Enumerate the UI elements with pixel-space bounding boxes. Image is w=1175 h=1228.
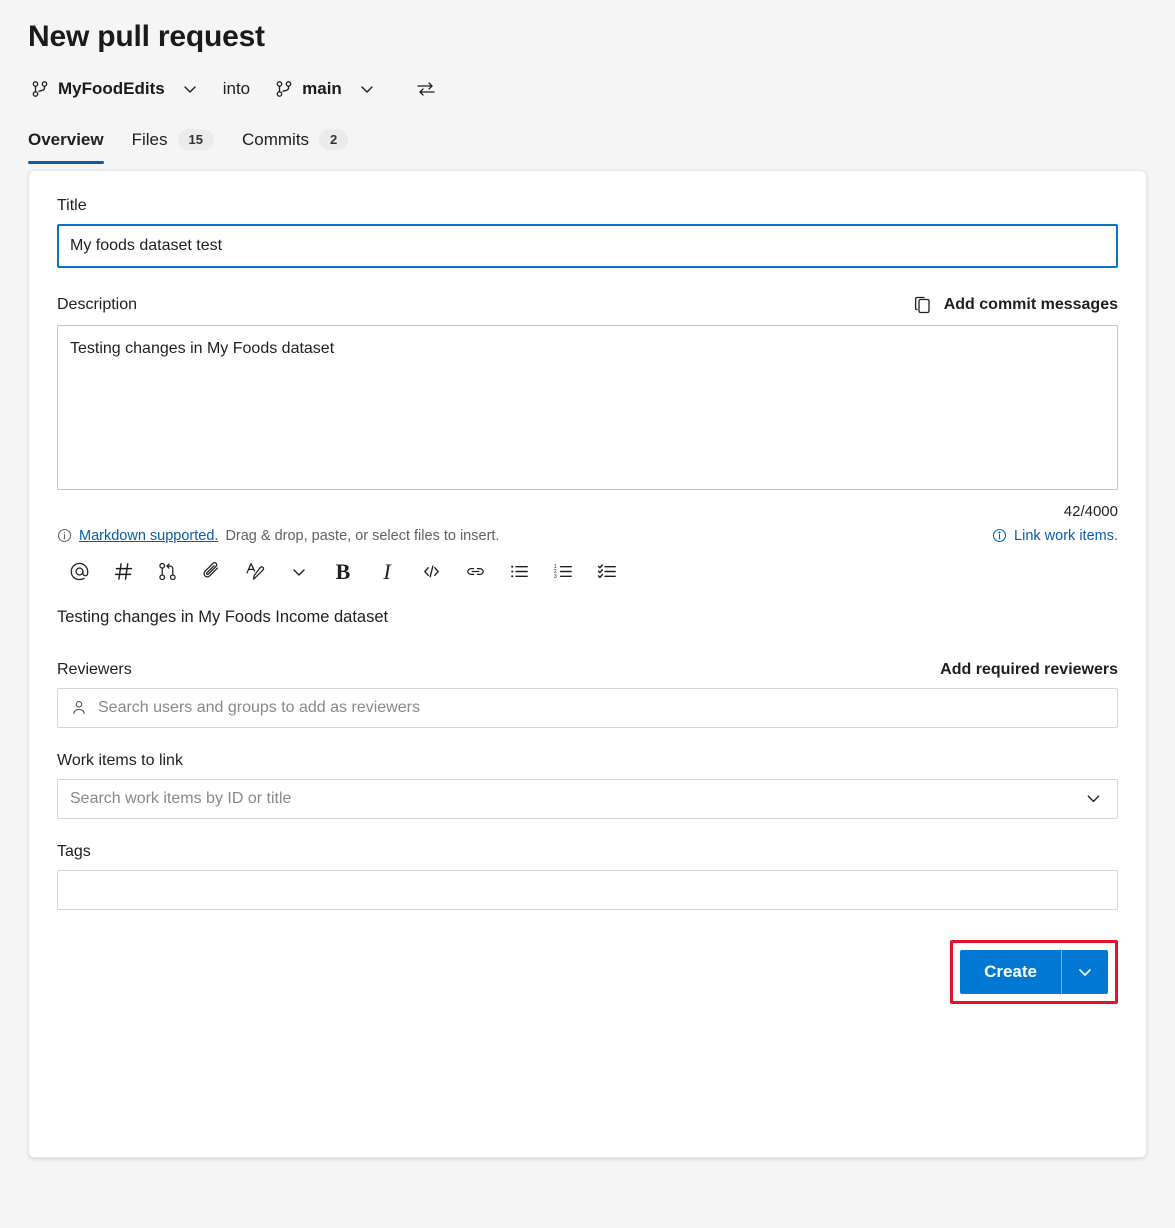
add-commit-messages-button[interactable]: Add commit messages [912, 294, 1118, 316]
link-work-items-link[interactable]: Link work items. [992, 528, 1118, 544]
tags-label: Tags [57, 843, 1118, 861]
git-branch-icon [30, 79, 50, 99]
tab-files-label: Files [132, 130, 168, 150]
markdown-hint: Markdown supported. Drag & drop, paste, … [57, 528, 499, 544]
description-label: Description [57, 296, 137, 314]
info-icon [57, 528, 72, 543]
description-preview: Testing changes in My Foods Income datas… [57, 608, 1118, 627]
numbered-list-icon[interactable]: 1 2 3 [541, 555, 585, 589]
page-title: New pull request [28, 18, 1147, 56]
reviewers-label: Reviewers [57, 661, 132, 679]
title-input[interactable] [57, 224, 1118, 268]
mention-icon[interactable] [57, 555, 101, 589]
hashtag-icon[interactable] [101, 555, 145, 589]
work-items-placeholder: Search work items by ID or title [70, 790, 291, 808]
tags-block: Tags [57, 843, 1118, 910]
tab-commits[interactable]: Commits 2 [242, 124, 348, 164]
reviewers-header: Reviewers Add required reviewers [57, 661, 1118, 679]
source-branch-name: MyFoodEdits [58, 79, 165, 99]
chevron-down-icon[interactable] [277, 555, 321, 589]
highlight-pen-icon[interactable] [233, 555, 277, 589]
info-icon [992, 528, 1007, 543]
create-split-button[interactable]: Create [960, 950, 1108, 994]
character-counter: 42/4000 [57, 503, 1118, 520]
add-required-reviewers-button[interactable]: Add required reviewers [940, 661, 1118, 679]
pull-request-icon[interactable] [145, 555, 189, 589]
person-icon [70, 699, 88, 717]
tab-files[interactable]: Files 15 [132, 124, 214, 164]
description-header: Description Add commit messages [57, 294, 1118, 316]
tags-input[interactable] [57, 870, 1118, 910]
swap-arrows-icon [415, 78, 437, 100]
markdown-supported-link[interactable]: Markdown supported. [79, 528, 218, 544]
work-items-block: Work items to link Search work items by … [57, 752, 1118, 819]
description-textarea[interactable] [57, 325, 1118, 490]
link-work-items-label: Link work items. [1014, 528, 1118, 544]
create-button-highlight: Create [950, 940, 1118, 1004]
form-footer: Create [57, 940, 1118, 1004]
branch-selector-row: MyFoodEdits into main [28, 72, 1147, 106]
create-button[interactable]: Create [960, 950, 1061, 994]
into-label: into [223, 79, 250, 99]
task-list-icon[interactable] [585, 555, 629, 589]
add-commit-messages-label: Add commit messages [944, 296, 1118, 314]
swap-branches-button[interactable] [412, 75, 440, 103]
reviewers-search-placeholder: Search users and groups to add as review… [98, 699, 420, 717]
chevron-down-icon[interactable] [1084, 789, 1103, 808]
work-items-search-input[interactable]: Search work items by ID or title [57, 779, 1118, 819]
tab-overview[interactable]: Overview [28, 124, 104, 164]
markdown-hint-text: Drag & drop, paste, or select files to i… [225, 528, 499, 544]
tab-commits-badge: 2 [319, 129, 348, 151]
git-branch-icon [274, 79, 294, 99]
pull-request-form-card: Title Description Add commit messages 42… [28, 170, 1147, 1158]
code-icon[interactable] [409, 555, 453, 589]
target-branch-selector[interactable]: main [272, 77, 378, 101]
tab-files-badge: 15 [178, 129, 214, 151]
svg-text:3: 3 [553, 574, 556, 580]
tab-overview-label: Overview [28, 130, 104, 150]
page-header: New pull request MyFoodEdits into [0, 0, 1175, 164]
chevron-down-icon [358, 80, 376, 98]
italic-icon[interactable]: I [365, 555, 409, 589]
source-branch-selector[interactable]: MyFoodEdits [28, 77, 201, 101]
editor-hint-row: Markdown supported. Drag & drop, paste, … [57, 528, 1118, 544]
work-items-label: Work items to link [57, 752, 1118, 770]
pr-tabs: Overview Files 15 Commits 2 [28, 122, 1147, 164]
markdown-toolbar: B I [57, 554, 1118, 590]
attach-icon[interactable] [189, 555, 233, 589]
link-icon[interactable] [453, 555, 497, 589]
title-label: Title [57, 197, 1118, 215]
target-branch-name: main [302, 79, 342, 99]
create-options-chevron-down-icon[interactable] [1062, 950, 1108, 994]
reviewers-search-input[interactable]: Search users and groups to add as review… [57, 688, 1118, 728]
tab-commits-label: Commits [242, 130, 309, 150]
bulleted-list-icon[interactable] [497, 555, 541, 589]
chevron-down-icon [181, 80, 199, 98]
copy-icon [912, 294, 934, 316]
bold-icon[interactable]: B [321, 555, 365, 589]
